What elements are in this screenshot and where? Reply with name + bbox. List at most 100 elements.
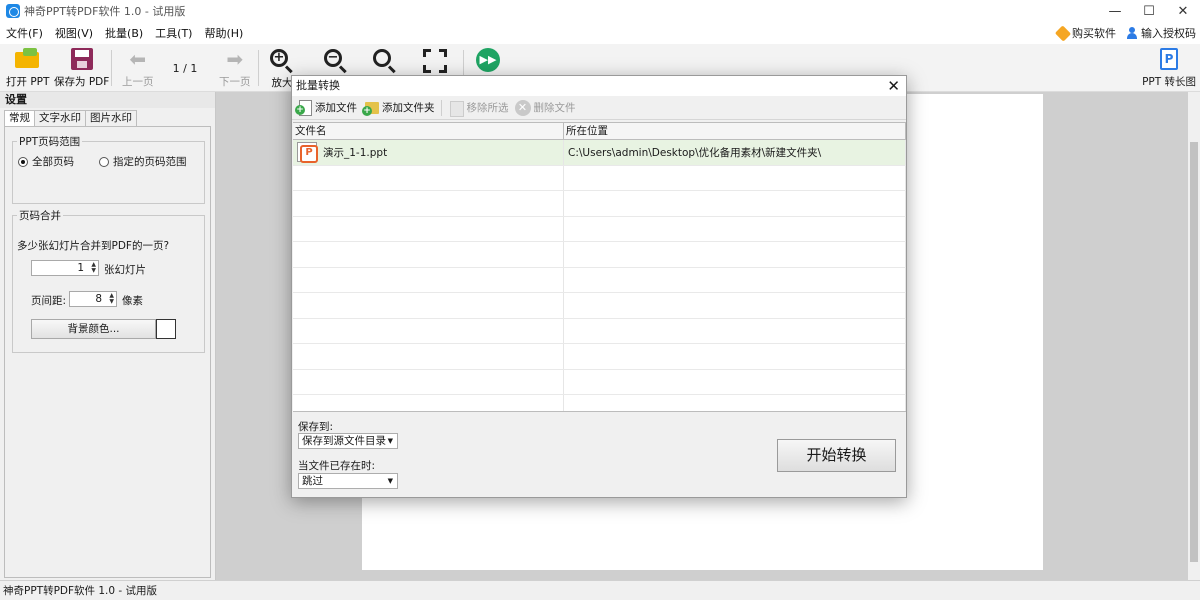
prev-page-button[interactable]: ⬅ 上一页 — [122, 48, 154, 90]
file-list-table: 文件名 所在位置 演示_1-1.ppt C:\Users\admin\Deskt… — [293, 122, 906, 412]
arrow-right-icon: ➡ — [226, 47, 244, 71]
page-spacing-label: 页间距: — [31, 295, 67, 307]
open-ppt-button[interactable]: 打开 PPT — [6, 48, 49, 90]
add-folder-icon — [362, 100, 379, 116]
radio-custom-range-dot — [99, 156, 109, 167]
buy-software-link[interactable]: 购买软件 — [1054, 24, 1116, 42]
open-folder-icon — [14, 48, 41, 70]
save-to-label: 保存到: — [298, 421, 334, 433]
close-window-button[interactable]: ✕ — [1166, 0, 1200, 22]
page-merge-group: 页码合并 多少张幻灯片合并到PDF的一页? 1 ▲ ▼ 张幻灯片 页间距: 8 ▲… — [12, 208, 205, 353]
empty-row — [293, 267, 906, 293]
save-to-dropdown[interactable]: 保存到源文件目录 ▼ — [298, 433, 398, 449]
empty-row — [293, 318, 906, 344]
vertical-scrollbar[interactable] — [1188, 92, 1200, 580]
dialog-toolbar-separator — [440, 99, 442, 116]
dialog-close-button[interactable]: ✕ — [887, 77, 900, 95]
enter-license-link[interactable]: 输入授权码 — [1126, 25, 1196, 41]
ppt-file-icon: P — [1160, 48, 1179, 70]
file-exists-value: 跳过 — [302, 475, 323, 487]
table-header: 文件名 所在位置 — [293, 123, 906, 140]
settings-tabs: 常规 文字水印 图片水印 — [4, 110, 137, 126]
menu-help[interactable]: 帮助(H) — [198, 25, 249, 41]
remove-selected-button[interactable]: 移除所选 — [448, 100, 509, 117]
dialog-title: 批量转换 — [296, 79, 340, 92]
window-controls: — ☐ ✕ — [1098, 0, 1200, 22]
dialog-toolbar: 添加文件 添加文件夹 移除所选 ✕ 删除文件 — [292, 96, 906, 120]
empty-row — [293, 369, 906, 395]
general-tab-content: PPT页码范围 全部页码 指定的页码范围 页码合并 多少张幻灯片合并到PDF的一… — [4, 126, 211, 578]
minimize-button[interactable]: — — [1098, 0, 1132, 22]
tab-image-watermark[interactable]: 图片水印 — [85, 110, 137, 126]
table-row[interactable]: 演示_1-1.ppt C:\Users\admin\Desktop\优化备用素材… — [293, 140, 906, 166]
filename-cell: 演示_1-1.ppt — [293, 140, 564, 165]
next-page-button[interactable]: ➡ 下一页 — [219, 48, 251, 90]
page-indicator: 1 / 1 — [172, 62, 198, 75]
delete-file-button[interactable]: ✕ 删除文件 — [514, 99, 576, 116]
empty-row — [293, 216, 906, 242]
open-ppt-label: 打开 PPT — [6, 76, 50, 88]
settings-title: 设置 — [0, 92, 215, 108]
spinner-arrows-icon: ▲ ▼ — [109, 292, 114, 305]
add-folder-button[interactable]: 添加文件夹 — [362, 100, 435, 116]
save-pdf-button[interactable]: 保存为 PDF — [54, 48, 109, 90]
radio-custom-range[interactable]: 指定的页码范围 — [99, 154, 187, 169]
user-icon — [1126, 27, 1138, 39]
delete-x-icon: ✕ — [514, 99, 531, 116]
tab-general[interactable]: 常规 — [4, 110, 35, 126]
slides-per-page-spinner[interactable]: 1 ▲ ▼ — [31, 260, 99, 276]
empty-row — [293, 395, 906, 411]
arrow-left-icon: ⬅ — [129, 47, 147, 71]
ppt-long-image-label: PPT 转长图 — [1142, 76, 1196, 88]
merge-question: 多少张幻灯片合并到PDF的一页? — [17, 240, 170, 252]
start-convert-button[interactable]: 开始转换 — [777, 439, 896, 472]
radio-all-pages-label: 全部页码 — [32, 156, 74, 168]
radio-custom-range-label: 指定的页码范围 — [113, 156, 187, 168]
empty-row — [293, 293, 906, 319]
settings-panel: 设置 常规 文字水印 图片水印 PPT页码范围 全部页码 指定的页码范围 页码合… — [0, 92, 216, 580]
fullscreen-icon — [422, 48, 448, 74]
page-spacing-spinner[interactable]: 8 ▲ ▼ — [69, 291, 117, 307]
magnifier-icon — [372, 48, 398, 74]
menu-view[interactable]: 视图(V) — [49, 25, 99, 41]
window-title: 神奇PPT转PDF软件 1.0 - 试用版 — [24, 5, 186, 18]
column-header-filename[interactable]: 文件名 — [293, 123, 564, 139]
ppt-file-icon — [297, 142, 318, 164]
zoom-out-icon: − — [323, 48, 349, 74]
title-bar: 神奇PPT转PDF软件 1.0 - 试用版 — ☐ ✕ — [0, 0, 1200, 22]
chevron-down-icon: ▼ — [387, 477, 393, 485]
location-cell: C:\Users\admin\Desktop\优化备用素材\新建文件夹\ — [564, 140, 906, 165]
chevron-down-icon: ▼ — [387, 437, 393, 445]
add-file-button[interactable]: 添加文件 — [295, 99, 357, 116]
maximize-button[interactable]: ☐ — [1132, 0, 1166, 22]
add-file-icon — [295, 99, 312, 116]
menu-file[interactable]: 文件(F) — [0, 25, 49, 41]
menu-batch[interactable]: 批量(B) — [99, 25, 149, 41]
page-range-title: PPT页码范围 — [17, 134, 83, 149]
scrollbar-thumb[interactable] — [1190, 142, 1198, 562]
ppt-long-image-button[interactable]: P PPT 转长图 — [1142, 48, 1196, 90]
status-bar: 神奇PPT转PDF软件 1.0 - 试用版 — [0, 580, 1200, 600]
toolbar-separator — [111, 50, 112, 86]
column-header-location[interactable]: 所在位置 — [564, 123, 906, 139]
fast-forward-icon: ▶▶ — [476, 48, 500, 72]
radio-all-pages[interactable]: 全部页码 — [18, 154, 74, 169]
diamond-icon — [1054, 24, 1072, 42]
zoom-in-label: 放大 — [271, 77, 293, 89]
background-color-swatch[interactable] — [156, 319, 176, 339]
remove-selected-label: 移除所选 — [466, 102, 509, 114]
empty-row — [293, 242, 906, 268]
tab-text-watermark[interactable]: 文字水印 — [34, 110, 86, 126]
save-pdf-label: 保存为 PDF — [54, 76, 110, 88]
prev-page-label: 上一页 — [122, 76, 154, 88]
empty-row — [293, 191, 906, 217]
background-color-button[interactable]: 背景颜色... — [31, 319, 156, 339]
menu-tools[interactable]: 工具(T) — [149, 25, 198, 41]
file-exists-dropdown[interactable]: 跳过 ▼ — [298, 473, 398, 489]
empty-row — [293, 165, 906, 191]
radio-all-pages-dot — [18, 156, 28, 167]
save-disk-icon — [70, 48, 93, 70]
save-to-value: 保存到源文件目录 — [302, 435, 386, 447]
slides-unit-label: 张幻灯片 — [104, 264, 146, 276]
delete-file-label: 删除文件 — [533, 102, 576, 114]
